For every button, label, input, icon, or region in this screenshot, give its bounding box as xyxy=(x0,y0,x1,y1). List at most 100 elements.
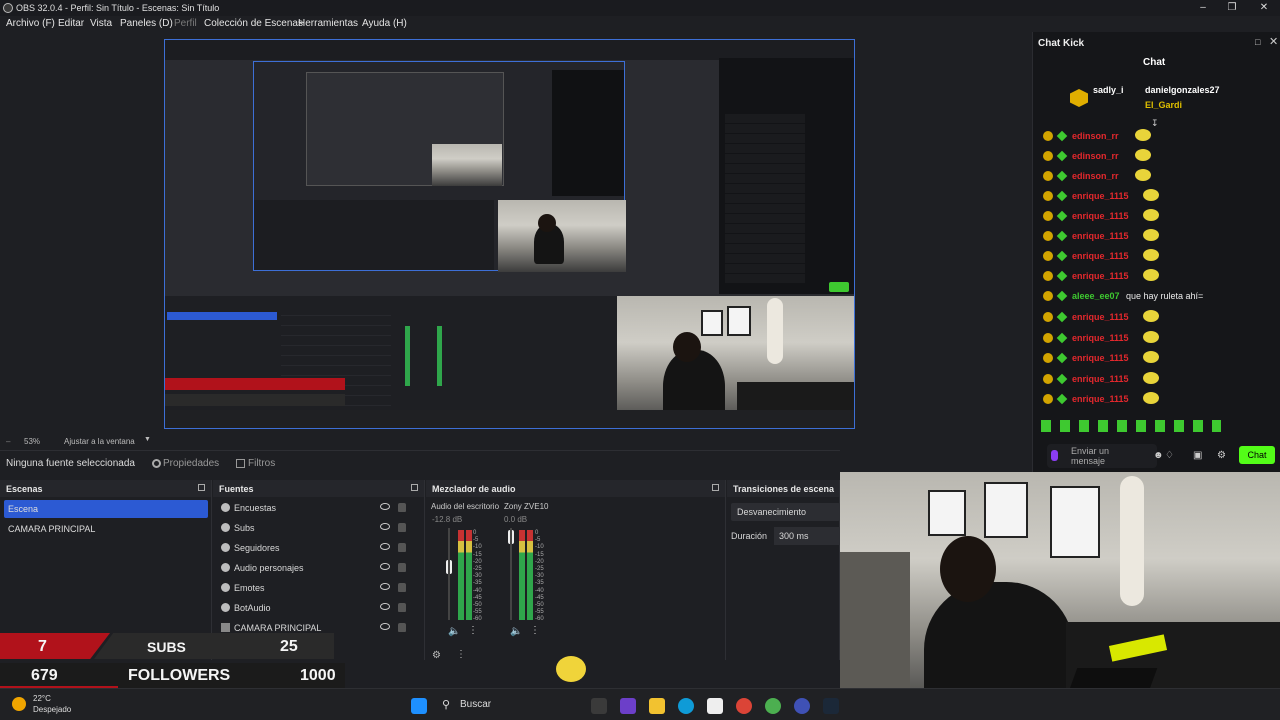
zoom-fit-label[interactable]: Ajustar a la ventana xyxy=(64,437,135,446)
chat-input[interactable]: Enviar un mensaje xyxy=(1047,444,1157,468)
taskbar-search[interactable]: Buscar xyxy=(460,699,491,710)
source-row[interactable]: BotAudio xyxy=(218,598,410,618)
app-icon[interactable] xyxy=(620,698,636,714)
chat-username[interactable]: enrique_1115 xyxy=(1072,191,1129,201)
chat-username[interactable]: aleee_ee07 xyxy=(1072,291,1120,301)
sub-badge-icon xyxy=(1043,251,1053,261)
chrome-icon[interactable] xyxy=(765,698,781,714)
source-row[interactable]: Subs xyxy=(218,518,410,538)
lock-icon[interactable] xyxy=(398,543,406,552)
chat-username[interactable]: enrique_1115 xyxy=(1072,231,1129,241)
chat-username[interactable]: enrique_1115 xyxy=(1072,211,1129,221)
volume-slider[interactable] xyxy=(510,528,512,620)
dock-icon[interactable]: □ xyxy=(1255,37,1260,47)
chat-send-button[interactable]: Chat xyxy=(1239,446,1275,464)
chat-username[interactable]: enrique_1115 xyxy=(1072,353,1129,363)
eye-icon[interactable] xyxy=(380,583,390,590)
emoji-icon[interactable]: ☻ xyxy=(1153,450,1164,461)
chat-username[interactable]: enrique_1115 xyxy=(1072,251,1129,261)
source-row[interactable]: Encuestas xyxy=(218,498,410,518)
menu-profile[interactable]: Perfil xyxy=(174,18,197,29)
pinned-user[interactable]: sadly_i xyxy=(1093,85,1124,95)
source-row[interactable]: Seguidores xyxy=(218,538,410,558)
gear-icon[interactable] xyxy=(152,459,161,468)
properties-button[interactable]: Propiedades xyxy=(163,458,219,469)
menu-docks[interactable]: Paneles (D) xyxy=(120,18,173,29)
eye-icon[interactable] xyxy=(380,523,390,530)
chat-username[interactable]: edinson_rr xyxy=(1072,151,1119,161)
lock-icon[interactable] xyxy=(398,503,406,512)
chat-username[interactable]: enrique_1115 xyxy=(1072,374,1129,384)
filter-icon[interactable] xyxy=(236,459,245,468)
chevron-down-icon[interactable]: ▼ xyxy=(144,436,151,443)
lock-icon[interactable] xyxy=(398,583,406,592)
emote-bar[interactable] xyxy=(1041,420,1221,432)
volume-slider[interactable] xyxy=(448,528,450,620)
dock-icon[interactable] xyxy=(198,484,205,491)
lock-icon[interactable] xyxy=(398,523,406,532)
steam-icon[interactable] xyxy=(823,698,839,714)
microphone-icon[interactable] xyxy=(1051,450,1058,461)
eye-icon[interactable] xyxy=(380,503,390,510)
chat-username[interactable]: edinson_rr xyxy=(1072,131,1119,141)
duration-input[interactable]: 300 ms xyxy=(774,527,840,545)
eye-icon[interactable] xyxy=(380,563,390,570)
verified-badge-icon xyxy=(1056,230,1068,242)
zoom-percent[interactable]: 53% xyxy=(24,437,40,446)
store-icon[interactable]: ▣ xyxy=(1193,450,1202,461)
eye-icon[interactable] xyxy=(380,623,390,630)
eye-icon[interactable] xyxy=(380,603,390,610)
maximize-icon[interactable]: ❐ xyxy=(1222,1,1242,15)
chat-username[interactable]: enrique_1115 xyxy=(1072,333,1129,343)
speaker-icon[interactable]: 🔈 xyxy=(448,626,460,637)
kebab-menu-icon[interactable]: ⋮ xyxy=(468,625,478,636)
scene-item[interactable]: CAMARA PRINCIPAL xyxy=(4,520,208,538)
kebab-menu-icon[interactable]: ⋮ xyxy=(456,649,466,660)
file-explorer-icon[interactable] xyxy=(649,698,665,714)
source-row[interactable]: Emotes xyxy=(218,578,410,598)
menu-help[interactable]: Ayuda (H) xyxy=(362,18,407,29)
menu-tools[interactable]: Herramientas xyxy=(298,18,358,29)
preview-canvas[interactable] xyxy=(0,32,1030,432)
mixer-settings-icon[interactable]: ⚙ xyxy=(432,650,441,661)
filters-button[interactable]: Filtros xyxy=(248,458,275,469)
scene-item[interactable]: Escena xyxy=(4,500,208,518)
dock-icon[interactable] xyxy=(712,484,719,491)
chat-username[interactable]: enrique_1115 xyxy=(1072,312,1129,322)
dock-icon[interactable] xyxy=(411,484,418,491)
close-icon[interactable]: ✕ xyxy=(1254,1,1274,15)
source-label: BotAudio xyxy=(234,603,271,613)
kebab-menu-icon[interactable]: ⋮ xyxy=(530,625,540,636)
minimize-icon[interactable]: – xyxy=(1193,1,1213,15)
chrome-icon[interactable] xyxy=(736,698,752,714)
speaker-icon[interactable]: 🔈 xyxy=(510,626,522,637)
mod-tools-icon[interactable]: ♢ xyxy=(1165,450,1174,461)
transition-select[interactable]: Desvanecimiento xyxy=(731,503,840,521)
menu-scene-collection[interactable]: Colección de Escenas xyxy=(204,18,303,29)
scenes-title: Escenas xyxy=(6,484,43,494)
verified-badge-icon xyxy=(1056,393,1068,405)
menu-edit[interactable]: Editar xyxy=(58,18,84,29)
lock-icon[interactable] xyxy=(398,623,406,632)
chat-username[interactable]: enrique_1115 xyxy=(1072,394,1129,404)
chat-username[interactable]: edinson_rr xyxy=(1072,171,1119,181)
source-row[interactable]: Audio personajes xyxy=(218,558,410,578)
windows-start-icon[interactable] xyxy=(411,698,427,714)
chrome-icon[interactable] xyxy=(794,698,810,714)
task-view-icon[interactable] xyxy=(591,698,607,714)
pinned-user[interactable]: danielgonzales27 xyxy=(1145,85,1220,95)
menu-file[interactable]: Archivo (F) xyxy=(6,18,55,29)
subs-goal: 25 xyxy=(280,638,298,655)
weather-icon[interactable] xyxy=(12,697,26,711)
lock-icon[interactable] xyxy=(398,563,406,572)
chat-username[interactable]: enrique_1115 xyxy=(1072,271,1129,281)
pinned-user[interactable]: El_Gardi xyxy=(1145,100,1182,110)
eye-icon[interactable] xyxy=(380,543,390,550)
close-icon[interactable]: ✕ xyxy=(1269,35,1278,48)
menu-view[interactable]: Vista xyxy=(90,18,112,29)
store-icon[interactable] xyxy=(707,698,723,714)
edge-icon[interactable] xyxy=(678,698,694,714)
lock-icon[interactable] xyxy=(398,603,406,612)
search-icon[interactable]: ⚲ xyxy=(442,698,450,711)
gear-icon[interactable]: ⚙ xyxy=(1217,450,1226,461)
